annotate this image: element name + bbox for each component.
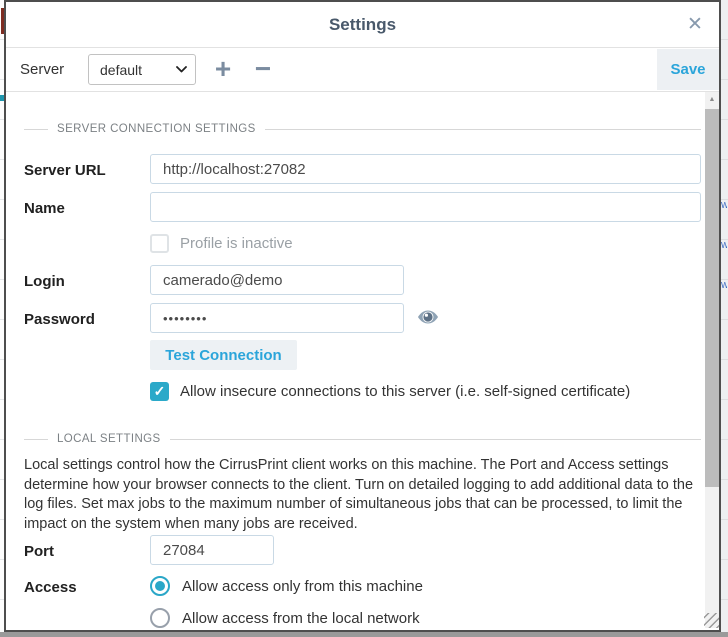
server-url-label: Server URL xyxy=(24,162,106,179)
background-page-bottom-strip xyxy=(0,632,728,637)
save-button[interactable]: Save xyxy=(657,49,719,90)
dialog-titlebar: Settings ✕ xyxy=(6,2,719,48)
checkbox-checked-icon: ✓ xyxy=(150,382,169,401)
remove-server-icon[interactable]: − xyxy=(247,48,279,92)
chevron-down-icon xyxy=(176,66,187,73)
scroll-up-arrow-icon[interactable]: ▲ xyxy=(705,92,719,108)
server-toolbar: Server default + − Save xyxy=(6,48,719,92)
server-select-value: default xyxy=(100,62,142,78)
background-text-fragment: W xyxy=(721,282,727,290)
scrollbar: ▲ xyxy=(705,92,719,628)
resize-grip-icon[interactable] xyxy=(704,613,719,628)
server-url-input[interactable] xyxy=(150,154,701,184)
access-option-label: Allow access only from this machine xyxy=(182,578,423,595)
dialog-title: Settings xyxy=(6,2,719,48)
access-radio-local-network[interactable]: Allow access from the local network xyxy=(150,608,420,628)
port-label: Port xyxy=(24,543,54,560)
radio-selected-icon xyxy=(150,576,170,596)
port-input[interactable] xyxy=(150,535,274,565)
section-divider xyxy=(24,129,48,130)
test-connection-button[interactable]: Test Connection xyxy=(150,340,297,370)
checkbox-unchecked-icon xyxy=(150,234,169,253)
login-label: Login xyxy=(24,273,65,290)
local-settings-description: Local settings control how the CirrusPri… xyxy=(24,456,702,534)
server-select[interactable]: default xyxy=(88,54,196,85)
background-text-fragment: W xyxy=(721,242,727,250)
name-label: Name xyxy=(24,200,65,217)
password-label: Password xyxy=(24,311,95,328)
add-server-icon[interactable]: + xyxy=(207,48,239,92)
settings-dialog: Settings ✕ Server default + − Save SERVE… xyxy=(4,0,721,632)
access-label: Access xyxy=(24,579,77,596)
allow-insecure-checkbox[interactable]: ✓ Allow insecure connections to this ser… xyxy=(150,382,630,401)
login-input[interactable] xyxy=(150,265,404,295)
background-page-right-strip: W W W xyxy=(721,0,728,637)
password-input[interactable] xyxy=(150,303,404,333)
close-icon[interactable]: ✕ xyxy=(681,2,709,48)
show-password-eye-icon[interactable] xyxy=(415,304,441,330)
section-divider xyxy=(170,439,701,440)
section-divider xyxy=(265,129,701,130)
background-text-fragment: W xyxy=(721,202,727,210)
settings-content: SERVER CONNECTION SETTINGS Server URL Na… xyxy=(6,92,719,628)
section-header-local-settings: LOCAL SETTINGS xyxy=(24,432,701,446)
access-option-label: Allow access from the local network xyxy=(182,610,420,627)
profile-inactive-label: Profile is inactive xyxy=(180,235,293,252)
section-heading: LOCAL SETTINGS xyxy=(57,433,161,445)
section-heading: SERVER CONNECTION SETTINGS xyxy=(57,123,256,135)
name-input[interactable] xyxy=(150,192,701,222)
access-radio-this-machine[interactable]: Allow access only from this machine xyxy=(150,576,423,596)
server-select-label: Server xyxy=(20,48,64,92)
radio-unselected-icon xyxy=(150,608,170,628)
section-divider xyxy=(24,439,48,440)
scrollbar-thumb[interactable] xyxy=(705,109,719,487)
profile-inactive-checkbox[interactable]: Profile is inactive xyxy=(150,234,293,253)
allow-insecure-label: Allow insecure connections to this serve… xyxy=(180,383,630,400)
section-header-server-connection: SERVER CONNECTION SETTINGS xyxy=(24,122,701,136)
